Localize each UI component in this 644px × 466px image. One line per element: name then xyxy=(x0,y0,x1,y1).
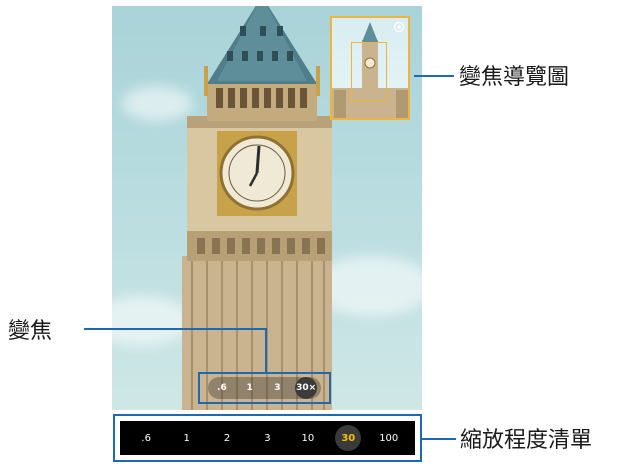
callout-line-zoom-horizontal xyxy=(84,328,267,330)
zoom-pill-option[interactable]: .6 xyxy=(212,378,232,398)
callout-zoom-map: 變焦導覽圖 xyxy=(459,65,570,90)
callout-line-zoom-list xyxy=(422,438,456,440)
callout-line-zoom-vertical xyxy=(265,328,267,372)
zoom-pill-option-selected[interactable]: 30× xyxy=(295,377,318,399)
callout-zoom: 變焦 xyxy=(8,319,53,344)
zoom-level-option[interactable]: 1 xyxy=(174,425,200,451)
zoom-level-list[interactable]: .6 1 2 3 10 30 100 xyxy=(120,421,415,455)
camera-viewfinder[interactable]: .6 1 3 30× xyxy=(112,6,422,410)
zoom-level-option-selected[interactable]: 30 xyxy=(335,425,362,451)
zoom-level-option[interactable]: 10 xyxy=(295,425,321,451)
zoom-level-option[interactable]: 2 xyxy=(214,425,240,451)
zoom-pill-option[interactable]: 3 xyxy=(267,378,287,398)
zoom-level-list-highlight: .6 1 2 3 10 30 100 xyxy=(113,414,422,462)
zoom-level-option[interactable]: 100 xyxy=(376,425,402,451)
zoom-level-option[interactable]: .6 xyxy=(133,425,159,451)
zoom-map[interactable] xyxy=(330,16,410,120)
zoom-control[interactable]: .6 1 3 30× xyxy=(208,377,321,399)
zoom-control-highlight: .6 1 3 30× xyxy=(198,372,331,404)
camera-shutter-icon xyxy=(393,21,405,33)
zoom-pill-option[interactable]: 1 xyxy=(240,378,260,398)
callout-zoom-list: 縮放程度清單 xyxy=(460,428,593,453)
zoom-map-viewport-frame xyxy=(351,42,387,102)
callout-line-zoom-map xyxy=(414,75,454,77)
zoom-level-option[interactable]: 3 xyxy=(254,425,280,451)
